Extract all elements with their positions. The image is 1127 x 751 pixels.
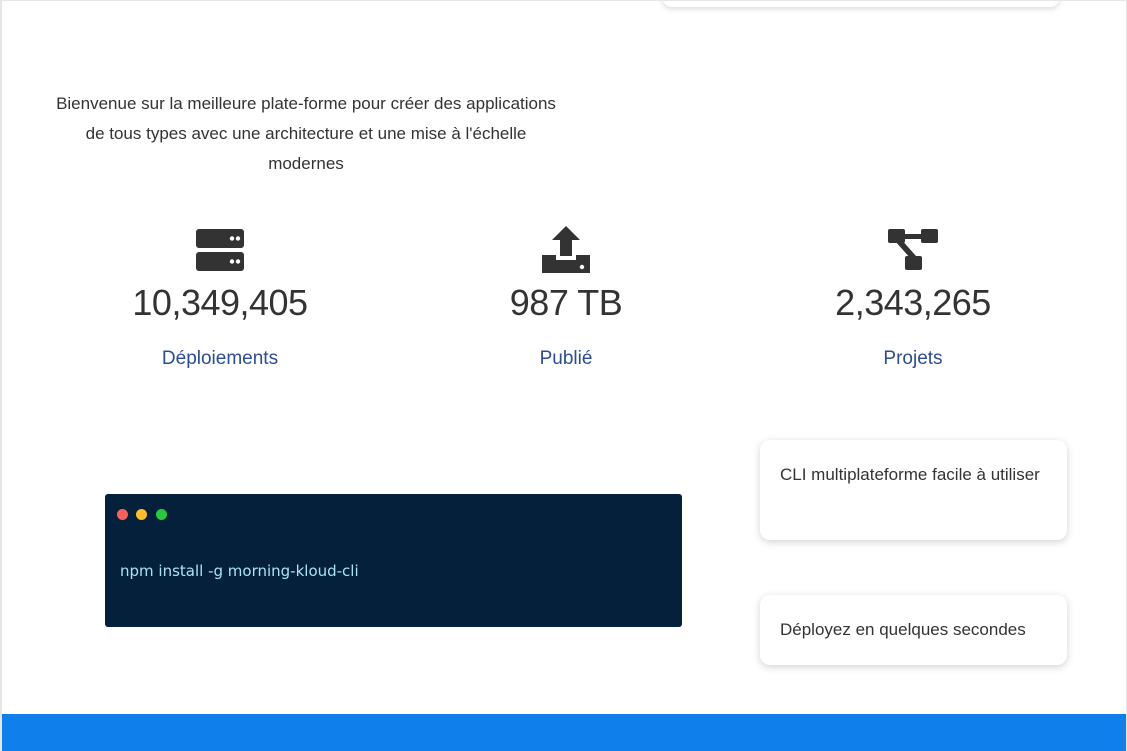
stat-value: 987 TB	[509, 282, 623, 323]
stat-published: 987 TB Publié	[416, 223, 716, 371]
minimize-dot	[136, 509, 148, 520]
project-diagram-icon	[888, 229, 938, 270]
stat-projects: 2,343,265 Projets	[763, 223, 1063, 371]
maximize-dot	[155, 509, 167, 520]
page: Bienvenue sur la meilleure plate-forme p…	[0, 0, 1127, 751]
stat-label: Publié	[539, 348, 593, 369]
stat-deployments: 10,349,405 Déploiements	[70, 223, 370, 371]
stat-value: 2,343,265	[835, 282, 991, 323]
top-card	[662, 1, 1060, 7]
server-icon	[196, 229, 244, 271]
terminal-window: npm install -g morning-kloud-cli	[105, 494, 682, 627]
window-controls	[117, 507, 171, 525]
stat-label: Projets	[883, 348, 943, 369]
stats-section: 10,349,405 Déploiements 987 TB Publié 2,…	[2, 223, 1126, 383]
footer-bar	[2, 714, 1126, 751]
feature-card-deploy: Déployez en quelques secondes	[760, 595, 1067, 665]
close-dot	[117, 509, 128, 520]
upload-icon	[542, 226, 590, 273]
feature-text: CLI multiplateforme facile à utiliser	[780, 465, 1040, 484]
terminal-command: npm install -g morning-kloud-cli	[120, 562, 359, 580]
feature-card-cli: CLI multiplateforme facile à utiliser	[760, 440, 1067, 540]
stat-label: Déploiements	[161, 348, 279, 369]
stat-value: 10,349,405	[132, 282, 308, 323]
feature-text: Déployez en quelques secondes	[780, 620, 1026, 639]
intro-text: Bienvenue sur la meilleure plate-forme p…	[56, 94, 556, 173]
